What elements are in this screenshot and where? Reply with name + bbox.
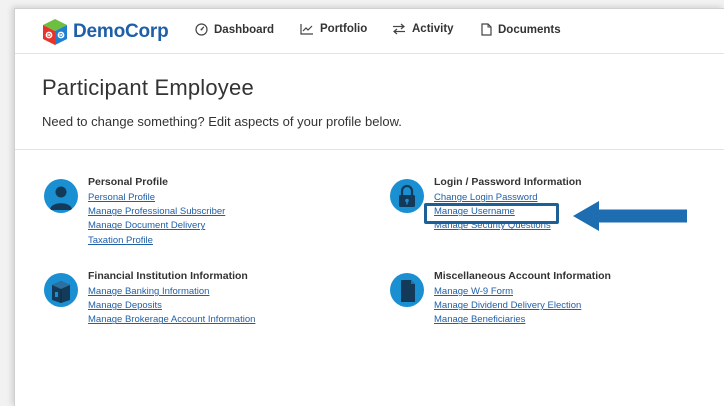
link-manage-w9-form[interactable]: Manage W-9 Form (434, 285, 611, 299)
login-password-title: Login / Password Information (434, 176, 582, 188)
lock-icon (390, 179, 424, 213)
page-title: Participant Employee (42, 75, 254, 100)
link-manage-document-delivery[interactable]: Manage Document Delivery (88, 219, 225, 233)
nav-documents[interactable]: Documents (481, 23, 561, 36)
miscellaneous-title: Miscellaneous Account Information (434, 270, 611, 282)
link-manage-brokerage-account[interactable]: Manage Brokerage Account Information (88, 313, 255, 327)
bank-icon (44, 273, 78, 307)
nav-dashboard[interactable]: Dashboard (195, 23, 274, 36)
financial-institution-title: Financial Institution Information (88, 270, 248, 282)
annotation-highlight-box (424, 203, 559, 224)
annotation-arrow-left-icon (573, 201, 687, 231)
link-manage-professional-subscriber[interactable]: Manage Professional Subscriber (88, 205, 225, 219)
personal-profile-title: Personal Profile (88, 176, 168, 188)
file-icon (390, 273, 424, 307)
nav-dashboard-label: Dashboard (214, 23, 275, 36)
nav-activity[interactable]: Activity (392, 23, 454, 35)
link-manage-deposits[interactable]: Manage Deposits (88, 299, 255, 313)
nav-portfolio[interactable]: Portfolio (300, 23, 367, 35)
link-manage-beneficiaries[interactable]: Manage Beneficiaries (434, 313, 611, 327)
dashboard-icon (195, 23, 208, 36)
document-icon (481, 23, 492, 36)
swap-arrows-icon (393, 23, 405, 35)
app-window: D D DemoCorp Dashboard Portfolio Activit… (14, 8, 724, 406)
page-subtitle: Need to change something? Edit aspects o… (42, 114, 402, 129)
svg-text:D: D (47, 33, 51, 39)
brand-logo[interactable]: D D DemoCorp (42, 18, 169, 46)
link-taxation-profile[interactable]: Taxation Profile (88, 234, 225, 248)
svg-text:D: D (59, 33, 63, 39)
nav-documents-label: Documents (498, 23, 561, 36)
top-nav-bar: D D DemoCorp Dashboard Portfolio Activit… (15, 9, 724, 54)
person-icon (44, 179, 78, 213)
link-manage-banking-information[interactable]: Manage Banking Information (88, 285, 255, 299)
democorp-cube-icon: D D (43, 19, 67, 45)
link-manage-dividend-delivery[interactable]: Manage Dividend Delivery Election (434, 299, 611, 313)
nav-portfolio-label: Portfolio (320, 23, 368, 35)
divider (15, 149, 724, 150)
brand-name: DemoCorp (73, 21, 169, 42)
link-personal-profile[interactable]: Personal Profile (88, 191, 225, 205)
chart-icon (300, 24, 313, 35)
nav-activity-label: Activity (412, 23, 454, 35)
